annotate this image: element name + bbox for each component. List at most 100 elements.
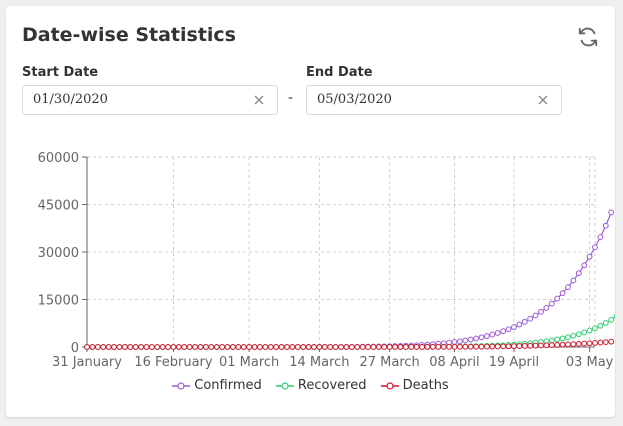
y-tick-label: 30000 xyxy=(38,246,79,261)
data-point-deaths xyxy=(392,344,398,350)
data-point-deaths xyxy=(473,343,480,350)
data-point-deaths xyxy=(570,341,577,348)
data-point-deaths xyxy=(159,344,166,350)
data-point-confirmed xyxy=(527,315,534,322)
data-point-deaths xyxy=(602,339,609,346)
data-point-recovered xyxy=(570,332,577,339)
data-point-deaths xyxy=(273,344,280,350)
x-tick-label: 08 April xyxy=(429,355,479,370)
data-point-confirmed xyxy=(554,295,561,302)
data-point-deaths xyxy=(251,344,258,350)
data-point-deaths xyxy=(511,343,517,350)
data-point-deaths xyxy=(500,343,507,350)
data-point-deaths xyxy=(375,344,382,350)
data-point-deaths xyxy=(365,344,371,350)
data-point-confirmed xyxy=(586,253,593,260)
data-point-deaths xyxy=(424,344,431,350)
y-tick-label: 15000 xyxy=(38,294,79,309)
data-point-deaths xyxy=(240,344,247,350)
data-point-deaths xyxy=(213,344,220,350)
data-point-confirmed xyxy=(489,331,496,338)
data-point-deaths xyxy=(402,344,409,350)
data-point-recovered xyxy=(613,313,615,319)
x-tick-label: 27 March xyxy=(359,355,419,370)
data-point-deaths xyxy=(278,344,285,350)
data-point-deaths xyxy=(267,344,274,350)
data-point-deaths xyxy=(192,344,198,350)
data-point-deaths xyxy=(100,344,107,350)
data-point-recovered xyxy=(581,329,588,336)
data-point-confirmed xyxy=(575,270,582,277)
legend-label: Confirmed xyxy=(194,378,262,393)
data-point-confirmed xyxy=(521,318,528,325)
data-point-deaths xyxy=(592,340,598,346)
data-point-deaths xyxy=(451,343,458,350)
x-tick-label: 03 May xyxy=(566,355,614,370)
data-point-confirmed xyxy=(462,337,469,344)
data-point-confirmed xyxy=(532,312,539,319)
data-point-deaths xyxy=(586,340,593,347)
data-point-deaths xyxy=(148,344,155,350)
legend-item-recovered[interactable]: Recovered xyxy=(275,378,367,393)
data-point-deaths xyxy=(262,344,269,350)
data-point-recovered xyxy=(586,327,593,334)
data-point-deaths xyxy=(521,343,528,349)
data-point-confirmed xyxy=(473,335,480,342)
data-point-recovered xyxy=(602,320,609,326)
data-point-deaths xyxy=(138,344,144,350)
data-point-deaths xyxy=(197,344,204,350)
data-point-deaths xyxy=(202,344,209,350)
data-point-deaths xyxy=(575,340,582,347)
data-point-deaths xyxy=(175,344,182,350)
data-point-confirmed xyxy=(559,290,566,297)
legend-item-deaths[interactable]: Deaths xyxy=(380,378,449,393)
data-point-deaths xyxy=(127,344,134,350)
data-point-confirmed xyxy=(511,324,517,330)
data-point-deaths xyxy=(338,344,344,350)
data-point-confirmed xyxy=(516,321,523,328)
data-point-deaths xyxy=(435,344,442,350)
legend-label: Recovered xyxy=(297,378,367,393)
data-point-deaths xyxy=(440,343,447,350)
x-tick-label: 16 February xyxy=(134,355,213,370)
data-point-deaths xyxy=(478,343,485,350)
data-point-deaths xyxy=(181,344,188,350)
data-point-deaths xyxy=(186,344,193,350)
data-point-deaths xyxy=(413,344,420,350)
y-tick-label: 60000 xyxy=(38,151,79,166)
data-point-confirmed xyxy=(602,222,609,229)
y-tick-label: 0 xyxy=(71,341,79,356)
data-point-deaths xyxy=(516,343,523,349)
chart-legend: Confirmed Recovered Deaths xyxy=(6,378,615,395)
data-point-recovered xyxy=(575,331,582,338)
data-point-recovered xyxy=(565,334,571,341)
legend-item-confirmed[interactable]: Confirmed xyxy=(172,378,262,393)
data-point-deaths xyxy=(419,344,425,350)
data-point-deaths xyxy=(462,343,469,350)
data-point-recovered xyxy=(592,325,598,332)
data-point-confirmed xyxy=(456,338,463,345)
data-point-deaths xyxy=(257,344,263,350)
data-point-deaths xyxy=(284,344,290,350)
data-point-deaths xyxy=(111,344,117,350)
legend-marker-confirmed xyxy=(172,381,191,390)
data-point-confirmed xyxy=(484,333,490,339)
data-point-deaths xyxy=(408,344,415,350)
data-point-deaths xyxy=(143,344,150,350)
data-point-confirmed xyxy=(505,326,512,333)
data-point-deaths xyxy=(538,342,544,349)
data-point-deaths xyxy=(327,344,334,350)
data-point-deaths xyxy=(94,344,101,350)
data-point-deaths xyxy=(224,344,231,350)
data-point-confirmed xyxy=(500,328,507,335)
data-point-deaths xyxy=(597,339,604,346)
data-point-deaths xyxy=(505,343,512,350)
data-point-deaths xyxy=(89,344,96,350)
data-point-deaths xyxy=(105,344,112,350)
data-point-deaths xyxy=(154,344,161,350)
data-point-recovered xyxy=(597,322,604,329)
data-point-deaths xyxy=(532,342,539,349)
data-point-confirmed xyxy=(565,284,571,291)
data-point-deaths xyxy=(348,344,355,350)
x-tick-label: 31 January xyxy=(52,355,122,370)
